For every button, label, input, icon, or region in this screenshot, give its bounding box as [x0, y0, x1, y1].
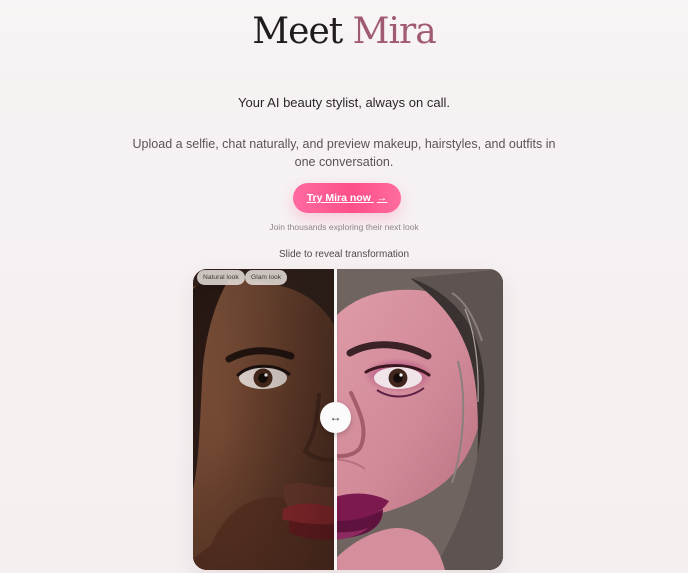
hero-tagline: Your AI beauty stylist, always on call. [238, 95, 450, 110]
social-proof-text: Join thousands exploring their next look [269, 222, 419, 232]
hero-title: Meet Mira [0, 9, 688, 55]
try-mira-button-label: Try Mira now [306, 192, 371, 204]
hero-title-accent: Mira [352, 11, 437, 52]
hero-title-main: Meet [252, 11, 343, 52]
glam-look-badge: Glam look [245, 270, 288, 285]
natural-look-badge: Natural look [197, 270, 245, 285]
landing-page: Meet Mira Your AI beauty stylist, always… [0, 0, 688, 573]
try-mira-button[interactable]: Try Mira now → [293, 183, 401, 213]
comparison-caption: Slide to reveal transformation [278, 249, 410, 260]
arrows-left-right-icon: ↔ [329, 410, 342, 424]
arrow-right-icon: → [376, 192, 388, 204]
before-after-comparison[interactable]: Natural look Glam look ↔ [193, 269, 503, 570]
hero-description: Upload a selfie, chat naturally, and pre… [132, 137, 556, 169]
comparison-slider-handle[interactable]: ↔ [320, 402, 351, 433]
